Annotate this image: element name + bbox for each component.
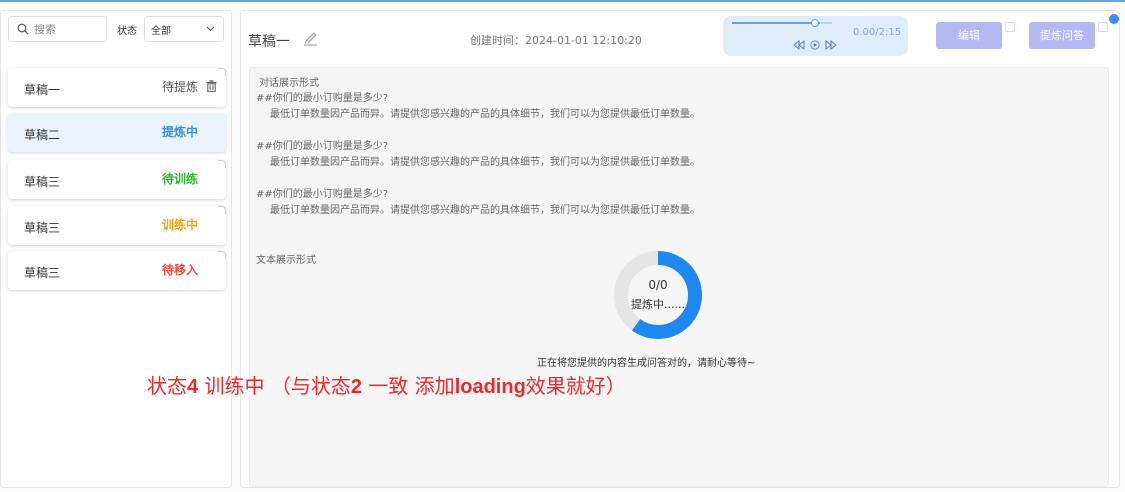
qa-question: ##你们的最小订购量是多少? bbox=[256, 141, 389, 152]
dialog-section-title: 对话展示形式 bbox=[259, 78, 319, 89]
draft-item[interactable]: 草稿三 待训练 bbox=[8, 160, 226, 199]
draft-name: 草稿三 bbox=[24, 175, 61, 189]
chevron-down-icon bbox=[206, 26, 215, 32]
qa-question: ##你们的最小订购量是多少? bbox=[256, 93, 389, 104]
annotation-part: 训练中 （与状态 bbox=[198, 374, 351, 398]
audio-player: 0.00/2:15 bbox=[723, 16, 908, 56]
status-filter-value: 全部 bbox=[151, 25, 171, 37]
qa-answer: 最低订单数量因产品而异。请提供您感兴趣的产品的具体细节，我们可以为您提供最低订单… bbox=[270, 157, 700, 168]
draft-status: 提炼中 bbox=[161, 125, 198, 139]
corner-marker bbox=[218, 251, 226, 259]
page-title: 草稿一 bbox=[248, 34, 290, 50]
draft-status: 训练中 bbox=[161, 218, 198, 232]
created-time: 创建时间：2024-01-01 12:10:20 bbox=[470, 34, 642, 47]
fast-forward-icon[interactable] bbox=[825, 40, 837, 50]
draft-name: 草稿二 bbox=[24, 128, 61, 142]
draft-status: 待训练 bbox=[161, 172, 198, 186]
draft-name: 草稿一 bbox=[24, 83, 61, 97]
annotation-part: 一致 添加 bbox=[361, 374, 455, 398]
status-filter-select[interactable]: 全部 bbox=[144, 16, 224, 42]
loading-label: 提炼中...... bbox=[631, 298, 685, 311]
edit-button[interactable]: 编辑 bbox=[936, 22, 1002, 49]
edit-button-badge bbox=[1005, 22, 1015, 32]
status-filter-label: 状态 bbox=[117, 26, 137, 37]
annotation-part: 2 bbox=[350, 376, 362, 398]
qa-answer: 最低订单数量因产品而异。请提供您感兴趣的产品的具体细节，我们可以为您提供最低订单… bbox=[270, 109, 700, 120]
rewind-icon[interactable] bbox=[793, 40, 805, 50]
draft-status: 待移入 bbox=[161, 263, 198, 277]
loading-message: 正在将您提供的内容生成问答对的，请耐心等待~ bbox=[537, 358, 756, 369]
annotation-part: 状态 bbox=[147, 374, 187, 398]
play-icon[interactable] bbox=[809, 40, 821, 50]
draft-item[interactable]: 草稿二 提炼中 bbox=[8, 113, 226, 152]
corner-marker bbox=[218, 206, 226, 214]
loading-spinner bbox=[614, 251, 702, 339]
search-input[interactable] bbox=[34, 22, 104, 36]
refine-button-badge bbox=[1098, 22, 1108, 32]
annotation-part: 4 bbox=[187, 376, 199, 398]
loading-count: 0/0 bbox=[648, 278, 668, 292]
annotation-note: 状态4 训练中 （与状态2 一致 添加loading效果就好） bbox=[147, 370, 626, 399]
text-section-title: 文本展示形式 bbox=[256, 255, 316, 266]
draft-name: 草稿三 bbox=[24, 221, 61, 235]
qa-answer: 最低订单数量因产品而异。请提供您感兴趣的产品的具体细节，我们可以为您提供最低订单… bbox=[270, 205, 700, 216]
player-progress-knob[interactable] bbox=[811, 19, 819, 27]
top-border bbox=[0, 0, 1125, 2]
player-time: 0.00/2:15 bbox=[853, 27, 902, 38]
annotation-part: 效果就好） bbox=[525, 374, 626, 398]
player-progress-fill bbox=[732, 22, 820, 24]
corner-marker bbox=[218, 160, 226, 168]
qa-question: ##你们的最小订购量是多少? bbox=[256, 189, 389, 200]
draft-item[interactable]: 草稿三 待移入 bbox=[8, 251, 226, 290]
corner-marker bbox=[218, 68, 226, 76]
refine-qa-button[interactable]: 提炼问答 bbox=[1029, 22, 1095, 49]
pencil-icon[interactable] bbox=[303, 30, 318, 46]
search-icon bbox=[17, 23, 29, 35]
search-box[interactable] bbox=[8, 16, 107, 42]
draft-item[interactable]: 草稿三 训练中 bbox=[8, 206, 226, 245]
draft-status: 待提炼 bbox=[161, 80, 198, 94]
draft-name: 草稿三 bbox=[24, 266, 61, 280]
draft-item[interactable]: 草稿一 待提炼 bbox=[8, 68, 226, 107]
trash-icon[interactable] bbox=[206, 80, 217, 92]
notification-dot bbox=[1109, 14, 1119, 24]
annotation-part: loading bbox=[454, 376, 526, 398]
